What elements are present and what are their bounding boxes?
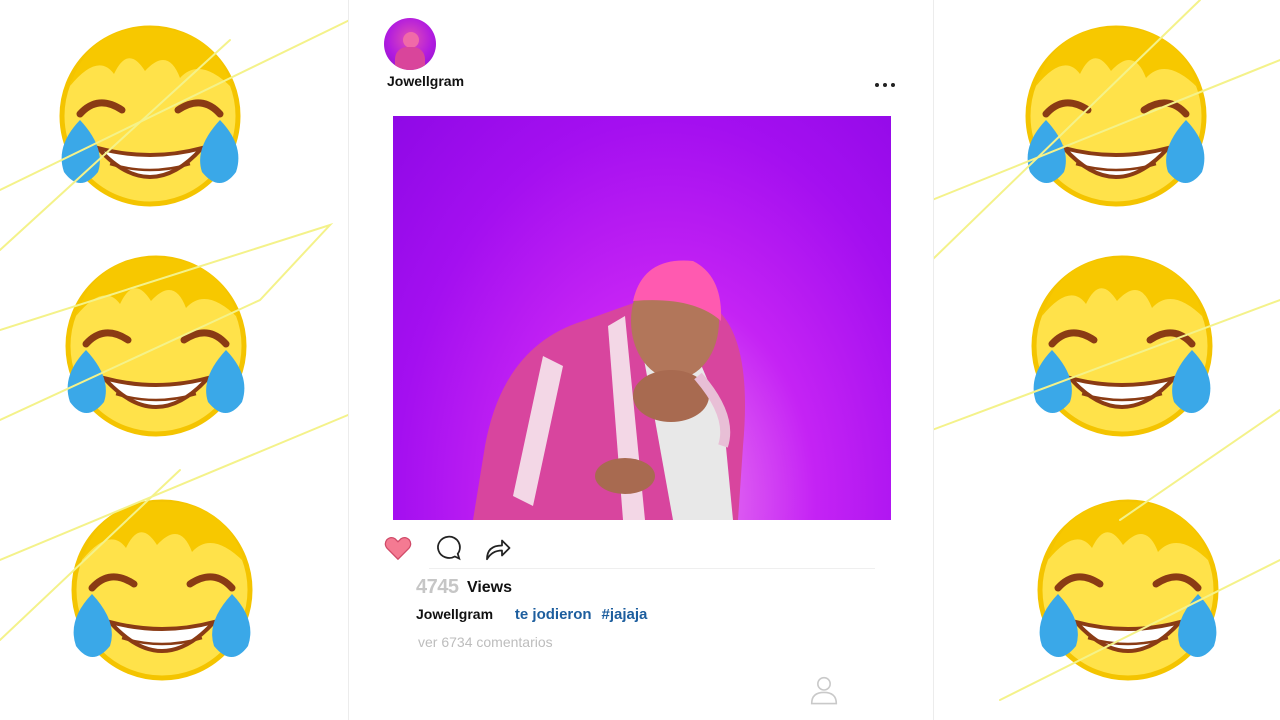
views-label: Views xyxy=(466,578,513,596)
left-emoji-panel xyxy=(0,0,348,720)
more-options-button[interactable] xyxy=(871,72,899,96)
post-media[interactable] xyxy=(393,116,891,520)
like-button[interactable] xyxy=(383,533,415,565)
share-icon xyxy=(486,539,511,561)
post-photo xyxy=(473,260,745,520)
caption-username[interactable]: Jowellgram xyxy=(416,606,493,622)
comment-icon xyxy=(437,535,461,561)
laughing-emoji-icon xyxy=(50,16,250,216)
post-card: Jowellgram 4745 Views Jowellgram te jodi… xyxy=(348,0,934,720)
view-comments-link[interactable]: ver 6734 comentarios xyxy=(418,634,553,650)
caption-text: te jodieron xyxy=(514,606,592,623)
more-options-icon xyxy=(875,83,879,87)
laughing-emoji-icon xyxy=(62,490,262,690)
post-actions xyxy=(383,533,523,567)
heart-icon xyxy=(384,537,412,561)
share-button[interactable] xyxy=(482,533,514,565)
laughing-emoji-icon xyxy=(1028,490,1228,690)
user-icon xyxy=(810,676,838,705)
laughing-emoji-icon xyxy=(1016,16,1216,216)
avatar[interactable] xyxy=(384,18,436,70)
laughing-emoji-icon xyxy=(56,246,256,446)
profile-button[interactable] xyxy=(809,674,839,706)
laughing-emoji-icon xyxy=(1022,246,1222,446)
post-caption: Jowellgram te jodieron #jajaja xyxy=(416,606,647,623)
views-count: 4745 xyxy=(416,576,459,598)
caption-hashtag[interactable]: #jajaja xyxy=(601,606,647,623)
divider xyxy=(429,568,875,569)
comment-button[interactable] xyxy=(433,533,465,565)
views-counter: 4745 Views xyxy=(416,576,512,600)
post-username[interactable]: Jowellgram xyxy=(387,73,464,89)
right-emoji-panel xyxy=(932,0,1280,720)
